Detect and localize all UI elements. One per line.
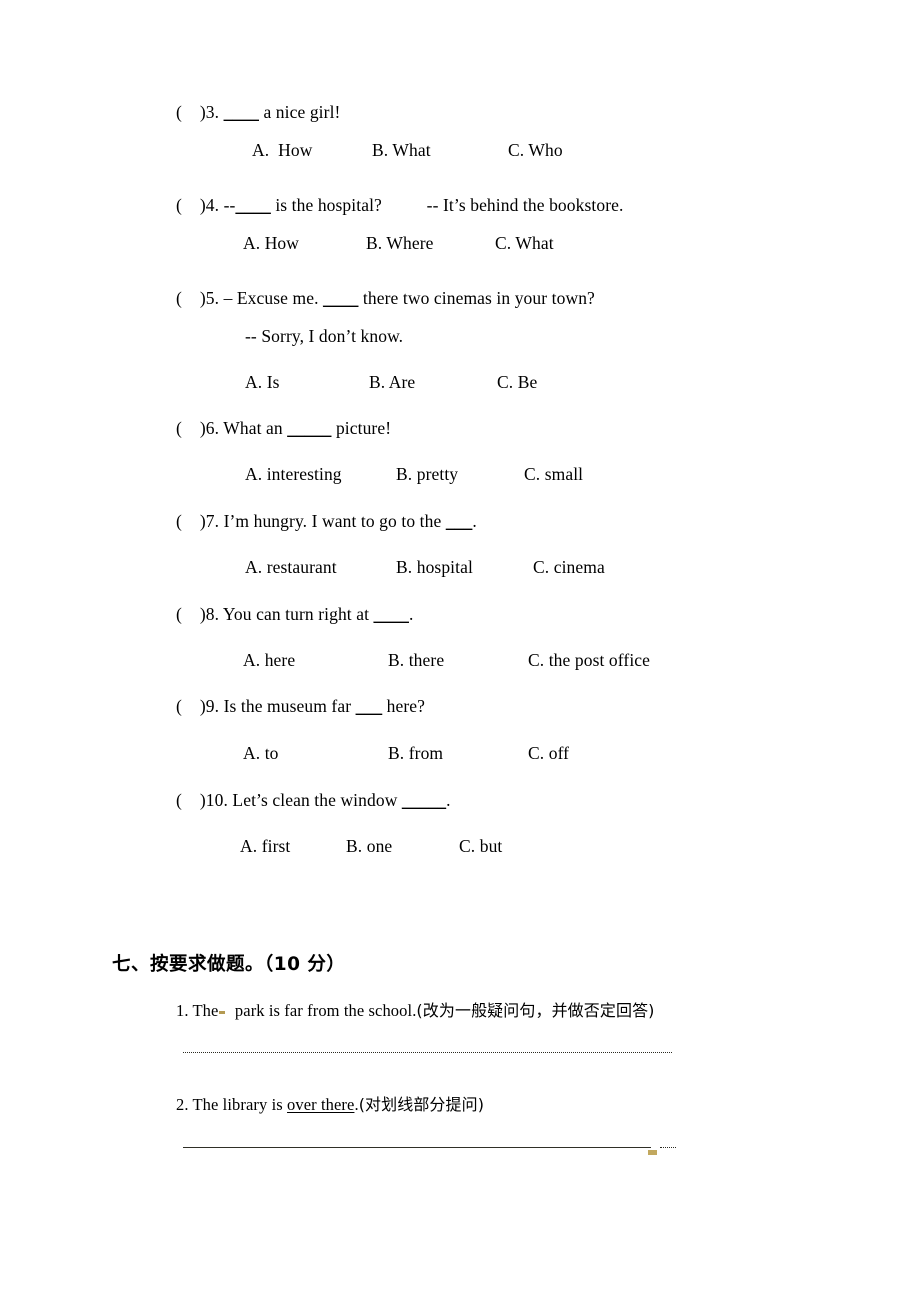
stray-mark-icon <box>219 1011 226 1014</box>
option-10-a[interactable]: A. first <box>240 837 290 856</box>
question-5-reply: -- Sorry, I don’t know. <box>245 326 404 346</box>
option-10-b[interactable]: B. one <box>346 837 392 856</box>
question-number-8: 8. <box>205 604 220 624</box>
answer-bracket-3[interactable]: ( ) <box>176 102 206 122</box>
option-6-a[interactable]: A. interesting <box>245 465 342 484</box>
blank-4: ____ <box>235 195 271 215</box>
question-stem-3: ( )3. ____ a nice girl! <box>0 102 341 122</box>
option-4-b[interactable]: B. Where <box>366 234 434 253</box>
question-stem-5: ( )5. – Excuse me. ____ there two cinema… <box>0 288 595 308</box>
answer-bracket-10[interactable]: ( ) <box>176 790 206 810</box>
option-3-a[interactable]: A. How <box>252 141 313 160</box>
stem-text-9b: here? <box>382 696 426 716</box>
question-stem-6: ( )6. What an _____ picture! <box>0 418 392 438</box>
answer-line-2-tail[interactable] <box>660 1147 676 1148</box>
stem-text-6a: What an <box>219 418 288 438</box>
stem-text-7a: I’m hungry. I want to go to the <box>219 511 446 531</box>
section-heading-7: 七、按要求做题。（10 分） <box>112 954 346 975</box>
question-number-5: 5. <box>205 288 220 308</box>
option-3-c[interactable]: C. Who <box>508 141 563 160</box>
option-4-a[interactable]: A. How <box>243 234 299 253</box>
question-number-9: 9. <box>205 696 220 716</box>
question-number-3: 3. <box>205 102 220 122</box>
option-9-b[interactable]: B. from <box>388 744 443 763</box>
stem-text-6b: picture! <box>331 418 392 438</box>
option-7-b[interactable]: B. hospital <box>396 558 473 577</box>
question-stem-10: ( )10. Let’s clean the window _____. <box>0 790 451 810</box>
transform-number-2: 2. <box>176 1095 189 1114</box>
blank-6: _____ <box>287 418 332 438</box>
transform-question-2: 2. The library is over there.(对划线部分提问) <box>176 1095 485 1114</box>
option-7-a[interactable]: A. restaurant <box>245 558 337 577</box>
question-stem-9: ( )9. Is the museum far ___ here? <box>0 696 426 716</box>
question-number-7: 7. <box>205 511 220 531</box>
option-6-b[interactable]: B. pretty <box>396 465 458 484</box>
question-number-10: 10. <box>205 790 228 810</box>
option-4-c[interactable]: C. What <box>495 234 554 253</box>
option-8-a[interactable]: A. here <box>243 651 295 670</box>
blank-10: _____ <box>401 790 447 810</box>
answer-line-1[interactable] <box>183 1052 672 1053</box>
blank-3: ____ <box>223 102 259 122</box>
exam-page: ( )3. ____ a nice girl! A. How B. What C… <box>0 0 920 1302</box>
question-number-6: 6. <box>205 418 220 438</box>
transform-number-1: 1. <box>176 1001 189 1020</box>
stem-text-7b: . <box>472 511 477 531</box>
option-6-c[interactable]: C. small <box>524 465 583 484</box>
blank-9: ___ <box>355 696 383 716</box>
stem-text-5b: there two cinemas in your town? <box>358 288 595 308</box>
answer-line-2[interactable] <box>183 1147 651 1148</box>
answer-bracket-5[interactable]: ( ) <box>176 288 206 308</box>
transform-instruction-1: (改为一般疑问句，并做否定回答) <box>416 1001 655 1020</box>
option-9-c[interactable]: C. off <box>528 744 569 763</box>
answer-bracket-4[interactable]: ( ) <box>176 195 206 215</box>
answer-bracket-8[interactable]: ( ) <box>176 604 206 624</box>
transform-text-1b: park is far from the school. <box>226 1001 417 1020</box>
option-5-c[interactable]: C. Be <box>497 373 537 392</box>
option-8-c[interactable]: C. the post office <box>528 651 650 670</box>
stem-text-10a: Let’s clean the window <box>227 790 402 810</box>
stem-text-9a: Is the museum far <box>219 696 356 716</box>
blank-7: ___ <box>445 511 473 531</box>
answer-bracket-9[interactable]: ( ) <box>176 696 206 716</box>
option-5-b[interactable]: B. Are <box>369 373 415 392</box>
option-10-c[interactable]: C. but <box>459 837 502 856</box>
option-7-c[interactable]: C. cinema <box>533 558 605 577</box>
question-stem-4: ( )4. --____ is the hospital? -- It’s be… <box>0 195 624 215</box>
transform-text-1a: The <box>188 1001 219 1020</box>
question-stem-7: ( )7. I’m hungry. I want to go to the __… <box>0 511 477 531</box>
blank-8: ____ <box>373 604 409 624</box>
line-gap-mark-icon <box>648 1150 657 1155</box>
transform-instruction-2: (对划线部分提问) <box>358 1095 485 1114</box>
transform-question-1: 1. The park is far from the school.(改为一般… <box>176 1001 655 1020</box>
underlined-phrase-2: over there <box>287 1095 355 1114</box>
stem-text-5a: – Excuse me. <box>219 288 324 308</box>
option-3-b[interactable]: B. What <box>372 141 431 160</box>
stem-text-4b: is the hospital? -- It’s behind the book… <box>270 195 624 215</box>
answer-bracket-6[interactable]: ( ) <box>176 418 206 438</box>
option-9-a[interactable]: A. to <box>243 744 279 763</box>
option-8-b[interactable]: B. there <box>388 651 444 670</box>
stem-text-10b: . <box>446 790 451 810</box>
question-number-4: 4. <box>205 195 220 215</box>
stem-text-8b: . <box>408 604 414 624</box>
blank-5: ____ <box>323 288 359 308</box>
question-stem-8: ( )8. You can turn right at ____. <box>0 604 414 624</box>
option-5-a[interactable]: A. Is <box>245 373 280 392</box>
stem-text-8a: You can turn right at <box>219 604 374 624</box>
stem-text-3b: a nice girl! <box>258 102 341 122</box>
answer-bracket-7[interactable]: ( ) <box>176 511 206 531</box>
transform-text-2a: The library is <box>188 1095 288 1114</box>
stem-text-4a: -- <box>219 195 236 215</box>
